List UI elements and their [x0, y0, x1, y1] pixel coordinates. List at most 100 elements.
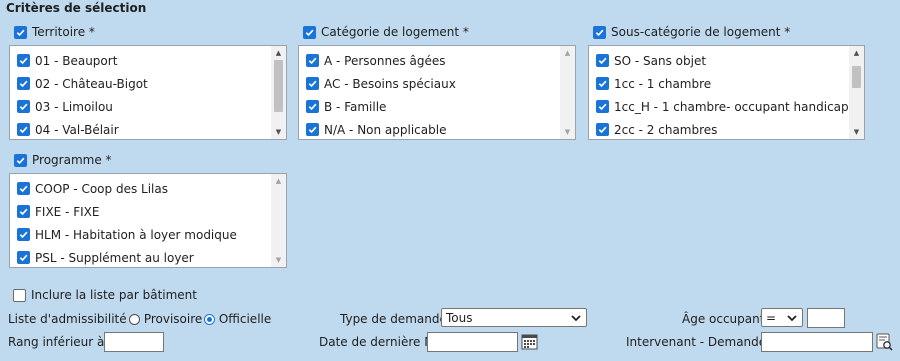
chevron-down-icon [787, 315, 797, 322]
rang-inferieur-label: Rang inférieur à [8, 335, 105, 349]
sous-categorie-listbox[interactable]: SO - Sans objet 1cc - 1 chambre 1cc_H - 1 … [588, 45, 865, 140]
list-item[interactable]: 1cc_H - 1 chambre- occupant handicapé [589, 95, 864, 118]
list-item[interactable]: 04 - Val-Bélair [10, 118, 286, 139]
type-demande-select[interactable]: Tous [441, 308, 587, 327]
checkmark-icon [17, 228, 30, 241]
scroll-up-icon[interactable]: ▲ [560, 46, 575, 60]
scroll-up-icon[interactable]: ▲ [271, 46, 286, 60]
list-item-label: AC - Besoins spéciaux [324, 76, 456, 91]
type-demande-value: Tous [446, 310, 473, 325]
sous-categorie-label: Sous-catégorie de logement * [611, 25, 791, 39]
section-title: Critères de sélection [6, 1, 147, 15]
list-item[interactable]: B - Famille [299, 95, 575, 118]
checkmark-icon [17, 54, 30, 67]
type-demande-label: Type de demande [340, 312, 447, 326]
liste-admissibilite-label: Liste d'admissibilité [8, 312, 127, 326]
checkmark-icon [17, 182, 30, 195]
checkmark-icon [306, 123, 319, 136]
list-item[interactable]: 1cc - 1 chambre [589, 72, 864, 95]
territoire-listbox[interactable]: 01 - Beauport 02 - Château-Bigot 03 - Limo… [9, 45, 287, 140]
list-item[interactable]: 2cc - 2 chambres [589, 118, 864, 139]
programme-scrollbar[interactable]: ▲ ▼ [271, 174, 286, 267]
list-item[interactable]: 02 - Château-Bigot [10, 72, 286, 95]
checkbox-empty-icon [13, 288, 26, 302]
calendar-icon[interactable] [521, 333, 538, 350]
list-item[interactable]: SO - Sans objet [589, 49, 864, 72]
checkmark-icon [17, 100, 30, 113]
checkmark-icon [596, 100, 609, 113]
categorie-listbox[interactable]: A - Personnes âgées AC - Besoins spéciaux… [298, 45, 576, 140]
list-item-label: 1cc - 1 chambre [614, 76, 712, 91]
list-item-label: HLM - Habitation à loyer modique [35, 227, 237, 242]
lookup-icon[interactable] [876, 333, 893, 351]
checkmark-icon [17, 123, 30, 136]
checkmark-icon [14, 153, 27, 167]
list-item[interactable]: COOP - Coop des Lilas [10, 177, 286, 200]
checkmark-icon [596, 54, 609, 67]
list-item[interactable]: 03 - Limoilou [10, 95, 286, 118]
list-item-label: SO - Sans objet [614, 53, 707, 68]
territoire-label: Territoire * [32, 25, 95, 39]
age-operator-value: = [766, 310, 777, 325]
checkmark-icon [14, 25, 27, 39]
inclure-label: Inclure la liste par bâtiment [31, 288, 197, 302]
officielle-label: Officielle [218, 312, 272, 326]
list-item[interactable]: PSL - Supplément au loyer [10, 246, 286, 267]
list-item-label: A - Personnes âgées [324, 53, 446, 68]
checkmark-icon [306, 77, 319, 90]
scroll-down-icon[interactable]: ▼ [849, 125, 864, 139]
age-operator-select[interactable]: = [761, 308, 803, 327]
checkmark-icon [593, 25, 606, 39]
list-item[interactable]: N/A - Non applicable [299, 118, 575, 139]
rang-inferieur-input[interactable] [104, 332, 164, 352]
radio-selected-icon [204, 314, 215, 325]
list-item-label: FIXE - FIXE [35, 204, 100, 219]
territoire-group-checkbox[interactable]: Territoire * [14, 25, 95, 39]
checkmark-icon [306, 54, 319, 67]
radio-officielle[interactable]: Officielle [204, 312, 271, 326]
age-occupant-input[interactable] [807, 308, 845, 328]
provisoire-label: Provisoire [143, 312, 203, 326]
scroll-down-icon[interactable]: ▼ [271, 253, 286, 267]
date-maj-input[interactable] [427, 332, 518, 352]
programme-group-checkbox[interactable]: Programme * [14, 153, 112, 167]
checkmark-icon [303, 25, 316, 39]
intervenant-input[interactable] [761, 332, 873, 352]
radio-provisoire[interactable]: Provisoire [129, 312, 202, 326]
categorie-scrollbar[interactable]: ▲ ▼ [560, 46, 575, 139]
categorie-label: Catégorie de logement * [321, 25, 469, 39]
scroll-up-icon[interactable]: ▲ [271, 174, 286, 188]
territoire-scrollbar[interactable]: ▲ ▼ [271, 46, 286, 139]
list-item-label: PSL - Supplément au loyer [35, 250, 194, 265]
scroll-down-icon[interactable]: ▼ [560, 125, 575, 139]
list-item-label: 03 - Limoilou [35, 99, 113, 114]
list-item-label: 1cc_H - 1 chambre- occupant handicapé [614, 99, 857, 114]
list-item[interactable]: A - Personnes âgées [299, 49, 575, 72]
checkmark-icon [306, 100, 319, 113]
chevron-down-icon [571, 315, 581, 322]
sous-categorie-scrollbar[interactable]: ▲ ▼ [849, 46, 864, 139]
list-item[interactable]: AC - Besoins spéciaux [299, 72, 575, 95]
scroll-down-icon[interactable]: ▼ [271, 125, 286, 139]
checkmark-icon [596, 77, 609, 90]
categorie-group-checkbox[interactable]: Catégorie de logement * [303, 25, 469, 39]
intervenant-label: Intervenant - Demande [626, 335, 767, 349]
checkmark-icon [596, 123, 609, 136]
inclure-batiment-checkbox[interactable]: Inclure la liste par bâtiment [13, 288, 197, 302]
list-item-label: 01 - Beauport [35, 53, 118, 68]
checkmark-icon [17, 77, 30, 90]
list-item-label: COOP - Coop des Lilas [35, 181, 168, 196]
checkmark-icon [17, 251, 30, 264]
programme-label: Programme * [32, 153, 112, 167]
scroll-up-icon[interactable]: ▲ [849, 46, 864, 60]
list-item[interactable]: 01 - Beauport [10, 49, 286, 72]
sous-categorie-group-checkbox[interactable]: Sous-catégorie de logement * [593, 25, 790, 39]
list-item[interactable]: HLM - Habitation à loyer modique [10, 223, 286, 246]
list-item-label: 04 - Val-Bélair [35, 122, 119, 137]
list-item[interactable]: FIXE - FIXE [10, 200, 286, 223]
programme-listbox[interactable]: COOP - Coop des Lilas FIXE - FIXE HLM - Ha… [9, 173, 287, 268]
list-item-label: 02 - Château-Bigot [35, 76, 148, 91]
radio-unselected-icon [129, 314, 140, 325]
list-item-label: B - Famille [324, 99, 387, 114]
age-occupant-label: Âge occupant [682, 312, 765, 326]
